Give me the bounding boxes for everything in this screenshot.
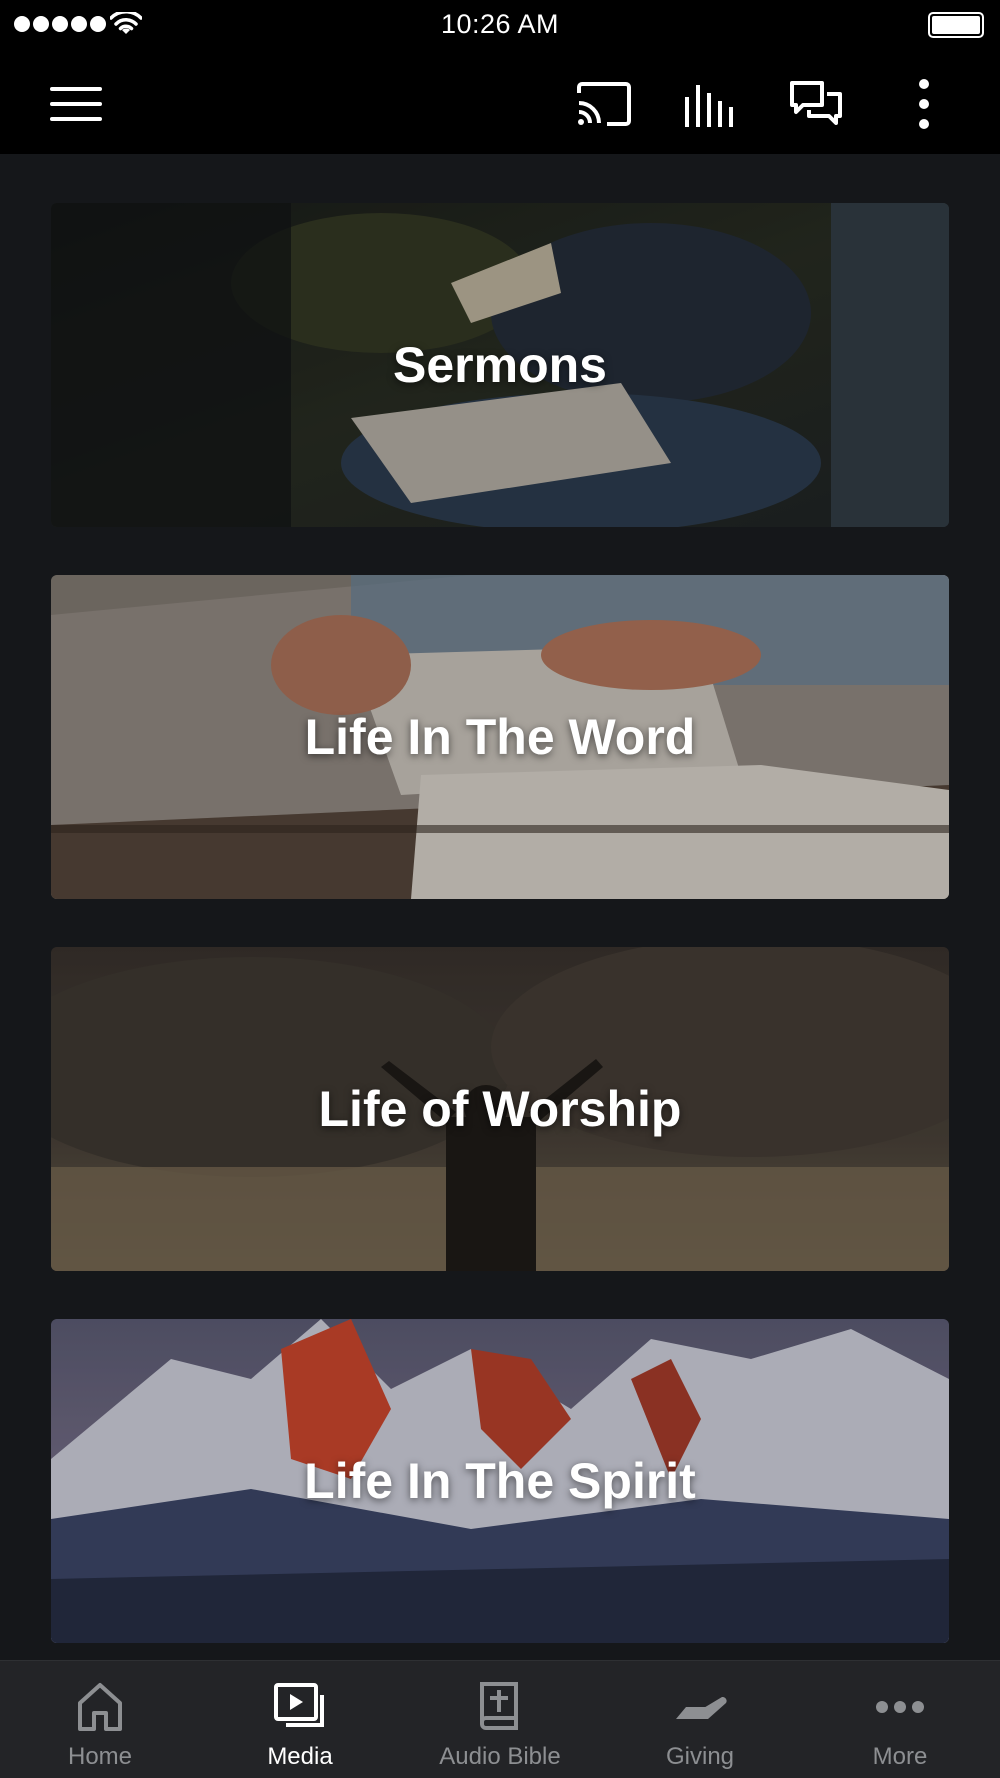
card-title: Life of Worship [318,1081,682,1137]
more-horizontal-icon [872,1679,928,1735]
more-vertical-icon[interactable] [894,74,954,134]
tab-media[interactable]: Media [200,1661,400,1778]
tab-label: Home [67,1743,133,1770]
audio-bars-icon[interactable] [680,74,740,134]
cast-icon[interactable] [574,74,634,134]
top-app-bar [0,52,1000,154]
chat-icon[interactable] [786,74,846,134]
giving-icon [672,1679,728,1735]
bottom-tab-bar: Home Media Audio Bible Giving More [0,1660,1000,1778]
bible-icon [472,1679,528,1735]
card-life-in-the-word[interactable]: Life In The Word [51,575,949,899]
tab-label: Giving [665,1743,735,1770]
tab-more[interactable]: More [800,1661,1000,1778]
media-icon [272,1679,328,1735]
status-time: 10:26 AM [440,9,560,39]
card-title: Life In The Spirit [304,1453,696,1509]
card-life-of-worship[interactable]: Life of Worship [51,947,949,1271]
card-sermons[interactable]: Sermons [51,203,949,527]
tab-label: Audio Bible [439,1743,561,1770]
card-title: Sermons [393,337,607,393]
tab-label: More [872,1743,928,1770]
battery-icon [928,12,984,38]
hamburger-menu-icon[interactable] [46,74,106,134]
tab-giving[interactable]: Giving [600,1661,800,1778]
card-life-in-the-spirit[interactable]: Life In The Spirit [51,1319,949,1643]
media-list: Sermons Life In The Word Life of Worship… [0,154,1000,1660]
tab-audio-bible[interactable]: Audio Bible [400,1661,600,1778]
tab-label: Media [267,1743,333,1770]
home-icon [72,1679,128,1735]
card-title: Life In The Word [304,709,696,765]
status-bar: 10:26 AM [0,0,1000,52]
tab-home[interactable]: Home [0,1661,200,1778]
